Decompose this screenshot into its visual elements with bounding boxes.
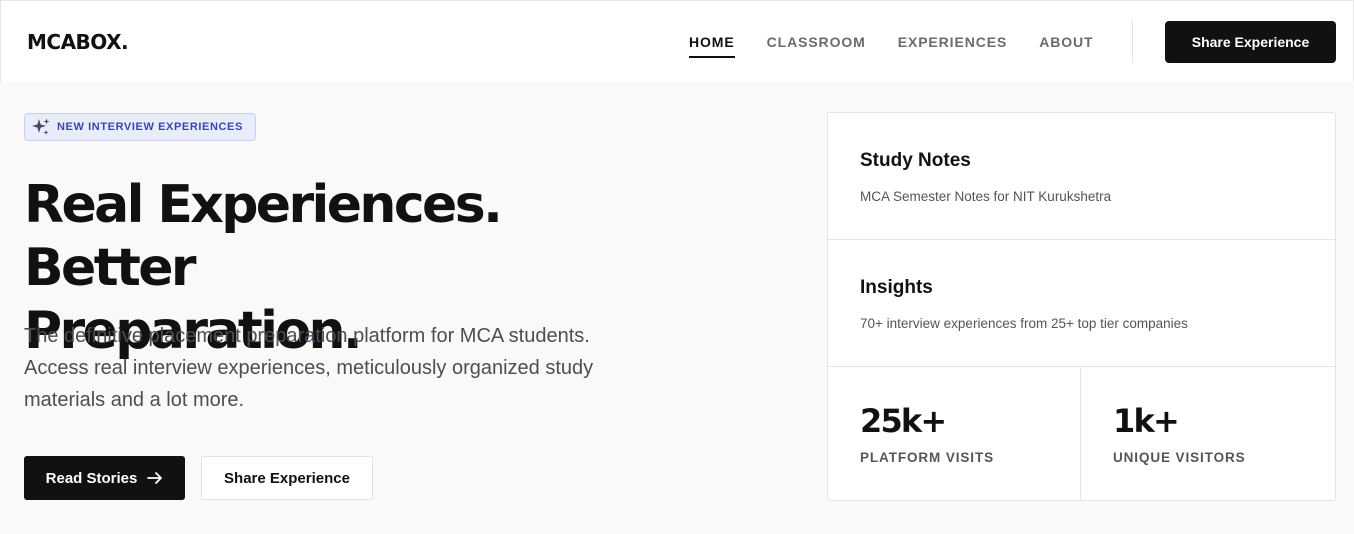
card-description: 70+ interview experiences from 25+ top t… <box>860 316 1188 331</box>
nav-divider <box>1132 21 1133 63</box>
nav-link-classroom[interactable]: CLASSROOM <box>767 34 866 56</box>
sparkles-icon <box>31 117 51 137</box>
top-navbar: MCABOX. HOME CLASSROOM EXPERIENCES ABOUT… <box>0 0 1354 82</box>
share-experience-hero-button[interactable]: Share Experience <box>201 456 373 500</box>
headline-line-1: Real Experiences. Better <box>24 175 503 298</box>
stat-label: PLATFORM VISITS <box>860 450 994 465</box>
card-description: MCA Semester Notes for NIT Kurukshetra <box>860 189 1112 204</box>
main-nav: HOME CLASSROOM EXPERIENCES ABOUT <box>689 34 1126 58</box>
card-title: Study Notes <box>860 150 971 171</box>
card-title: Insights <box>860 277 933 298</box>
new-experiences-badge[interactable]: NEW INTERVIEW EXPERIENCES <box>24 113 256 141</box>
share-experience-nav-button[interactable]: Share Experience <box>1165 21 1336 63</box>
nav-link-about[interactable]: ABOUT <box>1039 34 1093 56</box>
features-panel: Study Notes MCA Semester Notes for NIT K… <box>827 112 1336 501</box>
nav-link-home[interactable]: HOME <box>689 34 735 58</box>
study-notes-card[interactable]: Study Notes MCA Semester Notes for NIT K… <box>828 113 1335 240</box>
insights-card[interactable]: Insights 70+ interview experiences from … <box>828 240 1335 367</box>
stat-value: 1k+ <box>1113 402 1180 440</box>
read-stories-button[interactable]: Read Stories <box>24 456 185 500</box>
brand-logo[interactable]: MCABOX. <box>27 30 129 54</box>
stat-platform-visits: 25k+ PLATFORM VISITS <box>828 368 1081 501</box>
hero-lead-text: The definitive placement preparation pla… <box>24 325 594 411</box>
stat-label: UNIQUE VISITORS <box>1113 450 1246 465</box>
badge-label: NEW INTERVIEW EXPERIENCES <box>57 121 243 133</box>
stat-value: 25k+ <box>860 402 947 440</box>
nav-link-experiences[interactable]: EXPERIENCES <box>898 34 1008 56</box>
arrow-right-icon <box>147 471 163 485</box>
read-stories-label: Read Stories <box>45 469 138 487</box>
stat-unique-visitors: 1k+ UNIQUE VISITORS <box>1081 368 1335 501</box>
